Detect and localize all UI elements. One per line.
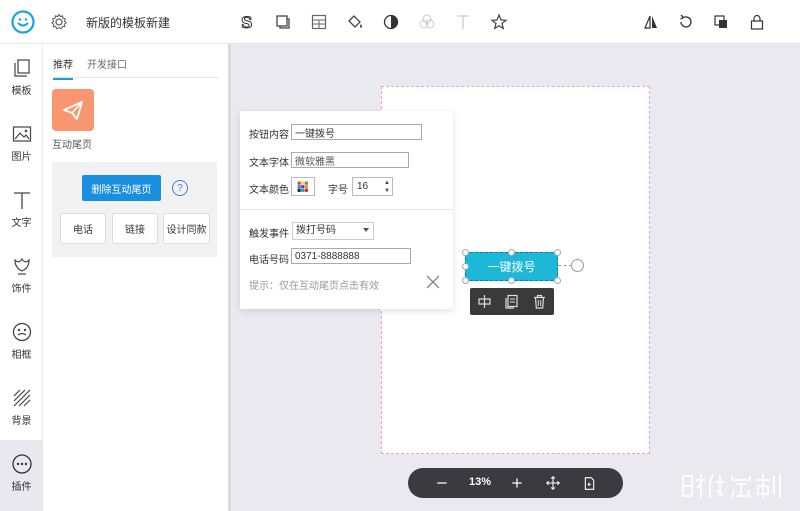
decrease-icon[interactable]: ▼ — [384, 188, 390, 194]
delete-icon[interactable] — [531, 293, 548, 310]
rotate-connector — [558, 265, 572, 266]
font-label: 文本字体 — [249, 158, 289, 169]
rail-item-image[interactable]: 图片 — [0, 110, 43, 176]
page-preview-icon[interactable] — [580, 474, 598, 492]
frame-icon — [12, 322, 31, 342]
resize-handle[interactable] — [554, 277, 561, 284]
text-color-picker[interactable] — [291, 177, 315, 196]
rail-item-text[interactable]: 文字 — [0, 176, 43, 242]
rotate-icon[interactable] — [675, 11, 697, 33]
zoom-bar: 13% — [408, 468, 623, 498]
trigger-label: 触发事件 — [249, 229, 289, 240]
popup-divider — [240, 209, 453, 210]
tab-recommended[interactable]: 推荐 — [53, 56, 73, 80]
fill-bucket-icon[interactable] — [344, 11, 366, 33]
resize-handle[interactable] — [462, 249, 469, 256]
top-bar: 新版的模板新建 S — [0, 0, 800, 44]
button-content-label: 按钮内容 — [249, 130, 289, 141]
button-properties-popup: 按钮内容 文本字体 文本颜色 字号 16 ▲ ▼ 触发事件 拨打号码 电话号码 … — [240, 111, 453, 309]
zoom-out-icon[interactable] — [433, 474, 451, 492]
favorite-star-icon[interactable] — [488, 11, 510, 33]
image-icon — [12, 126, 31, 142]
left-rail: 模板 图片 文字 饰件 相框 背景 插件 — [0, 44, 43, 511]
contrast-icon[interactable] — [380, 11, 402, 33]
app-logo-icon[interactable] — [11, 10, 35, 34]
tile-label: 互动尾页 — [52, 140, 92, 151]
shadow-icon[interactable] — [272, 11, 294, 33]
trigger-event-select[interactable]: 拨打号码 — [292, 222, 374, 240]
copy-icon[interactable] — [503, 293, 520, 310]
layer-icon[interactable] — [710, 11, 732, 33]
button-content-input[interactable] — [291, 124, 422, 140]
help-icon[interactable]: ? — [172, 180, 188, 196]
close-icon[interactable] — [425, 274, 441, 290]
endpage-actions: 删除互动尾页 ? 电话 链接 设计同款 — [52, 162, 217, 257]
svg-text:S: S — [241, 13, 253, 31]
settings-gear-icon[interactable] — [50, 13, 68, 31]
plugin-icon — [11, 454, 32, 474]
popup-hint: 提示：仅在互动尾页点击有效 — [249, 281, 379, 292]
rail-item-template[interactable]: 模板 — [0, 44, 43, 110]
blend-icon — [416, 11, 438, 33]
stroke-text-icon[interactable]: S — [236, 11, 258, 33]
rail-item-decoration[interactable]: 饰件 — [0, 242, 43, 308]
color-grid-icon — [297, 181, 308, 192]
lock-icon[interactable] — [746, 11, 768, 33]
increase-icon[interactable]: ▲ — [384, 180, 390, 186]
decoration-icon — [13, 257, 30, 275]
background-icon — [13, 389, 30, 407]
link-option-button[interactable]: 链接 — [112, 213, 158, 244]
size-label: 字号 — [328, 185, 348, 196]
font-input[interactable] — [291, 152, 409, 168]
paper-plane-icon — [63, 101, 83, 120]
phone-number-input[interactable] — [291, 248, 411, 264]
chevron-down-icon — [363, 228, 369, 232]
rail-item-frame[interactable]: 相框 — [0, 308, 43, 374]
phone-option-button[interactable]: 电话 — [60, 213, 106, 244]
interactive-endpage-tile[interactable] — [52, 89, 94, 131]
design-same-button[interactable]: 设计同款 — [163, 213, 210, 244]
fit-screen-icon[interactable] — [544, 474, 562, 492]
resize-handle[interactable] — [554, 249, 561, 256]
font-size-stepper[interactable]: 16 ▲ ▼ — [352, 177, 393, 196]
resize-handle[interactable] — [462, 277, 469, 284]
zoom-level: 13% — [468, 476, 492, 488]
delete-endpage-button[interactable]: 删除互动尾页 — [82, 175, 161, 201]
rail-item-background[interactable]: 背景 — [0, 374, 43, 440]
watermark-logo-icon — [682, 473, 781, 499]
panel-tabs: 推荐 开发接口 — [53, 56, 218, 80]
resize-handle[interactable] — [462, 263, 469, 270]
panel-scrollbar[interactable] — [228, 44, 231, 511]
document-title[interactable]: 新版的模板新建 — [86, 14, 170, 31]
phone-label: 电话号码 — [249, 255, 289, 266]
tab-developer-api[interactable]: 开发接口 — [87, 56, 127, 71]
table-icon[interactable] — [308, 11, 330, 33]
zoom-in-icon[interactable] — [508, 474, 526, 492]
rotate-handle[interactable] — [571, 259, 584, 272]
text-icon — [13, 192, 30, 209]
text-icon — [452, 11, 474, 33]
resize-handle[interactable] — [508, 249, 515, 256]
flip-icon[interactable] — [640, 11, 662, 33]
template-icon — [13, 59, 30, 77]
rail-item-plugin[interactable]: 插件 — [0, 440, 43, 511]
color-label: 文本颜色 — [249, 185, 289, 196]
element-mini-toolbar — [470, 288, 554, 315]
resize-handle[interactable] — [508, 277, 515, 284]
align-icon[interactable] — [476, 293, 493, 310]
